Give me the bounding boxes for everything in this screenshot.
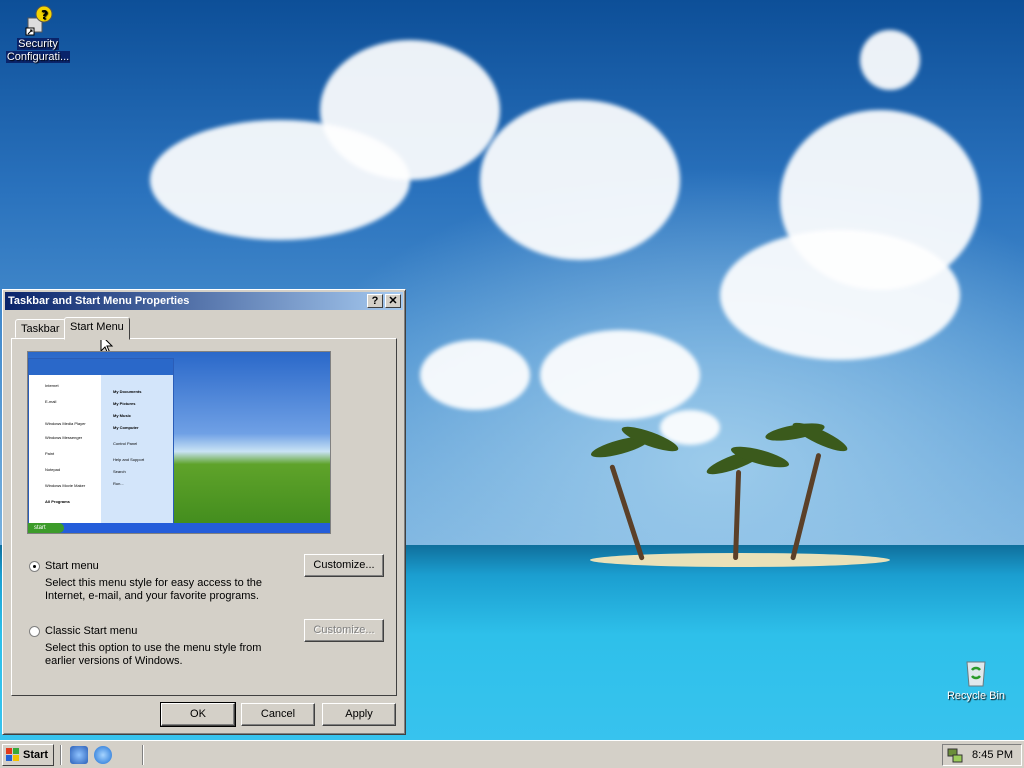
- start-menu-label[interactable]: Start menu: [45, 560, 99, 572]
- preview-item: Control Panel: [113, 441, 138, 446]
- preview-item: Windows Messenger: [45, 435, 83, 440]
- start-menu-preview: Internet E-mail Windows Media Player Win…: [27, 351, 331, 534]
- start-label: Start: [23, 749, 49, 761]
- preview-taskbar: start: [28, 523, 330, 533]
- cloud: [420, 340, 530, 410]
- preview-item: Notepad: [45, 467, 61, 472]
- preview-item: Internet: [45, 383, 59, 388]
- desc-line: Internet, e-mail, and your favorite prog…: [45, 590, 259, 602]
- taskbar-separator: [142, 745, 144, 765]
- preview-item: E-mail: [45, 399, 57, 404]
- preview-item: My Computer: [113, 425, 139, 430]
- preview-item: Windows Movie Maker: [45, 483, 86, 488]
- system-tray: 8:45 PM: [942, 744, 1022, 766]
- ok-button[interactable]: OK: [160, 702, 236, 727]
- classic-start-menu-radio[interactable]: [29, 626, 40, 637]
- preview-item: My Pictures: [113, 401, 136, 406]
- icon-label: Configurati...: [5, 51, 71, 63]
- windows-flag-icon: [6, 748, 20, 762]
- preview-item: Help and Support: [113, 457, 145, 462]
- island: [590, 553, 890, 567]
- tab-start-menu[interactable]: Start Menu: [64, 317, 130, 340]
- dialog-titlebar[interactable]: Taskbar and Start Menu Properties ? ✕: [5, 292, 403, 310]
- tab-taskbar[interactable]: Taskbar: [15, 319, 66, 338]
- start-button[interactable]: Start: [2, 744, 54, 766]
- show-desktop-icon[interactable]: [70, 746, 88, 764]
- preview-item: Windows Media Player: [45, 421, 86, 426]
- network-tray-icon[interactable]: [947, 747, 963, 763]
- cloud: [540, 330, 700, 420]
- preview-item: Paint: [45, 451, 55, 456]
- preview-start-button: start: [28, 523, 64, 533]
- recycle-bin-shortcut[interactable]: Recycle Bin: [940, 656, 1012, 703]
- cancel-button[interactable]: Cancel: [241, 703, 315, 726]
- classic-start-menu-label[interactable]: Classic Start menu: [45, 625, 137, 637]
- desc-line: Select this option to use the menu style…: [45, 642, 262, 654]
- security-configuration-shortcut[interactable]: ? Security Configurati...: [2, 4, 74, 64]
- dialog-title: Taskbar and Start Menu Properties: [8, 295, 190, 307]
- preview-item: Run...: [113, 481, 124, 486]
- internet-explorer-icon[interactable]: [94, 746, 112, 764]
- customize-start-menu-button[interactable]: Customize...: [304, 554, 384, 577]
- security-configuration-icon: ?: [22, 4, 54, 36]
- icon-label: Security: [17, 38, 59, 50]
- customize-classic-button[interactable]: Customize...: [304, 619, 384, 642]
- desc-line: Select this menu style for easy access t…: [45, 577, 263, 589]
- cloud: [720, 230, 960, 360]
- clock: 8:45 PM: [972, 749, 1013, 761]
- icon-label: Recycle Bin: [946, 690, 1006, 702]
- cloud: [480, 100, 680, 260]
- preview-item: My Music: [113, 413, 132, 418]
- taskbar: Start 8:45 PM: [0, 740, 1024, 768]
- preview-item: My Documents: [113, 389, 142, 394]
- preview-item: All Programs: [45, 499, 70, 504]
- start-menu-description: Select this menu style for easy access t…: [45, 577, 262, 603]
- preview-menu-header: [29, 359, 173, 375]
- svg-text:?: ?: [41, 8, 48, 22]
- close-button[interactable]: ✕: [385, 294, 401, 308]
- classic-start-menu-description: Select this option to use the menu style…: [45, 642, 261, 668]
- desc-line: earlier versions of Windows.: [45, 655, 183, 667]
- help-button[interactable]: ?: [367, 294, 383, 308]
- taskbar-properties-dialog: Taskbar and Start Menu Properties ? ✕ Ta…: [2, 289, 406, 735]
- start-menu-radio[interactable]: [29, 561, 40, 572]
- preview-item: Search: [113, 469, 126, 474]
- preview-menu-right-pane: [101, 375, 173, 523]
- cloud: [860, 30, 920, 90]
- recycle-bin-icon: [960, 656, 992, 688]
- apply-button[interactable]: Apply: [322, 703, 396, 726]
- cloud: [320, 40, 500, 180]
- taskbar-separator: [60, 745, 62, 765]
- preview-start-menu: Internet E-mail Windows Media Player Win…: [28, 358, 174, 524]
